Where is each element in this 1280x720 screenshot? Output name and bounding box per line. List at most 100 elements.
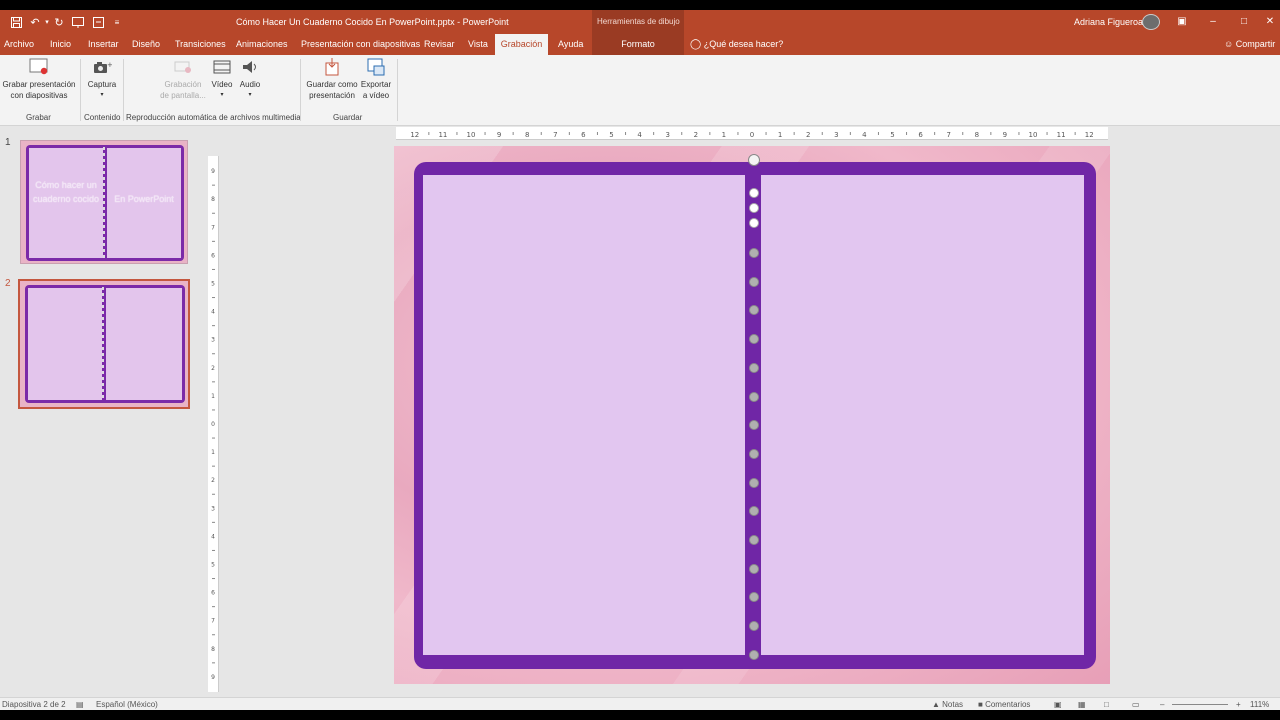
tab-presentacion[interactable]: Presentación con diapositivas	[297, 34, 424, 55]
comments-button[interactable]: ■ Comentarios	[978, 700, 1030, 709]
tell-me-search[interactable]: ◯ ¿Qué desea hacer?	[690, 34, 783, 55]
ribbon-separator	[80, 59, 81, 121]
stitch-hole[interactable]	[749, 535, 759, 545]
avatar[interactable]	[1142, 14, 1160, 30]
tab-grabacion[interactable]: Grabación	[495, 34, 548, 55]
stitch-hole[interactable]	[749, 621, 759, 632]
stitch-hole[interactable]	[749, 563, 759, 574]
notebook-page-right[interactable]	[761, 175, 1084, 655]
maximize-icon[interactable]: □	[1236, 14, 1252, 30]
ribbon-separator	[300, 59, 301, 121]
zoom-out-icon[interactable]: –	[1160, 700, 1164, 709]
audio-label: Audio	[239, 80, 261, 89]
capture-dropdown-icon: ▾	[100, 92, 104, 98]
zoom-in-icon[interactable]: +	[1236, 700, 1241, 709]
stitch-hole[interactable]	[749, 305, 759, 316]
screen-recording-button[interactable]: Grabación de pantalla...	[157, 57, 209, 101]
spellcheck-icon[interactable]: ▤	[76, 700, 84, 709]
tab-archivo[interactable]: Archivo	[0, 34, 38, 55]
stitch-hole[interactable]	[749, 334, 759, 345]
ribbon-tabs: Archivo Inicio Insertar Diseño Transicio…	[0, 34, 1280, 55]
stitch-hole[interactable]	[749, 592, 759, 603]
tab-revisar[interactable]: Revisar	[420, 34, 459, 55]
start-from-beginning-icon[interactable]	[71, 15, 85, 29]
zoom-slider[interactable]	[1172, 704, 1228, 705]
powerpoint-window: ↶ ▾ ↻ ≡ Cómo Hacer Un Cuaderno Cocido En…	[0, 10, 1280, 710]
screen-recording-label1: Grabación	[164, 80, 202, 89]
notebook-page-left[interactable]	[423, 175, 745, 655]
stitch-hole[interactable]	[749, 362, 759, 373]
export-video-button[interactable]: Exportar a vídeo	[358, 57, 394, 101]
video-button[interactable]: Vídeo ▾	[208, 57, 236, 101]
record-slideshow-icon	[28, 57, 50, 77]
ruler-label: 5	[211, 562, 215, 569]
comments-label: Comentarios	[985, 700, 1031, 709]
ruler-label: 6	[918, 131, 923, 139]
close-icon[interactable]: ✕	[1262, 14, 1278, 30]
stitch-hole[interactable]	[749, 391, 759, 402]
ruler-label: 7	[211, 618, 215, 625]
ribbon-recording: Grabar presentación con diapositivas Gra…	[0, 55, 1280, 126]
tab-inicio[interactable]: Inicio	[46, 34, 75, 55]
stitch-hole[interactable]	[749, 203, 759, 213]
share-button[interactable]: ☺ Compartir	[1224, 34, 1275, 55]
normal-view-icon[interactable]: ▣	[1054, 700, 1062, 709]
group-grabar: Grabar	[26, 113, 51, 122]
stitch-hole[interactable]	[749, 477, 759, 488]
thumb-notebook	[25, 285, 185, 403]
notebook-spine-stitches[interactable]	[747, 166, 761, 660]
language[interactable]: Español (México)	[96, 700, 158, 709]
slide-thumbnail-2[interactable]	[18, 279, 190, 409]
reading-view-icon[interactable]: □	[1104, 700, 1109, 709]
minimize-icon[interactable]: –	[1205, 14, 1221, 30]
save-as-show-label2: presentación	[309, 91, 355, 100]
record-slideshow-button[interactable]: Grabar presentación con diapositivas	[2, 57, 76, 101]
tab-transiciones[interactable]: Transiciones	[171, 34, 230, 55]
slide-canvas[interactable]	[394, 146, 1110, 684]
capture-button[interactable]: + Captura ▾	[84, 57, 120, 101]
tab-vista[interactable]: Vista	[464, 34, 492, 55]
slide-sorter-icon[interactable]: ▦	[1078, 700, 1086, 709]
slide-thumbnail-1[interactable]: Cómo hacer un cuaderno cocido En PowerPo…	[20, 140, 188, 264]
ruler-label: 1	[722, 131, 726, 139]
save-icon[interactable]	[9, 15, 23, 29]
horizontal-ruler[interactable]: 12 11 10 9 8 7 6 5 4 3 2 1 0 1 2 3 4 5 6 7 8 9 10 11 12	[396, 127, 1108, 140]
thumb-page-right	[106, 288, 182, 400]
stitch-hole[interactable]	[749, 506, 759, 517]
video-dropdown-icon: ▾	[220, 92, 224, 98]
export-video-icon	[365, 57, 387, 77]
rotate-handle[interactable]	[748, 154, 760, 166]
slideshow-view-icon[interactable]: ▭	[1132, 700, 1140, 709]
stitch-hole[interactable]	[749, 448, 759, 459]
tab-animaciones[interactable]: Animaciones	[232, 34, 292, 55]
tab-insertar[interactable]: Insertar	[84, 34, 123, 55]
ruler-label: 2	[806, 131, 810, 139]
screen-recording-icon	[172, 57, 194, 77]
tab-formato[interactable]: Formato	[592, 34, 684, 55]
ribbon-display-icon[interactable]: ▣	[1174, 14, 1190, 30]
ruler-label: 7	[553, 131, 557, 139]
user-name[interactable]: Adriana Figueroa	[1074, 17, 1143, 27]
stitch-hole[interactable]	[749, 276, 759, 287]
stitch-hole[interactable]	[749, 649, 759, 660]
ruler-label: 9	[211, 168, 215, 175]
save-as-show-button[interactable]: Guardar como presentación	[304, 57, 360, 101]
slide-number: 2	[5, 278, 11, 289]
redo-icon[interactable]: ↻	[52, 15, 66, 29]
tab-ayuda[interactable]: Ayuda	[554, 34, 587, 55]
vertical-ruler[interactable]: 9 8 7 6 5 4 3 2 1 0 1 2 3 4 5 6 7 8 9	[208, 156, 219, 692]
stitch-hole[interactable]	[749, 248, 759, 258]
stitch-hole[interactable]	[749, 188, 759, 198]
slide-thumbnails-pane: 1 Cómo hacer un cuaderno cocido En Power…	[0, 127, 206, 697]
zoom-level[interactable]: 111%	[1250, 700, 1269, 709]
stitch-hole[interactable]	[749, 420, 759, 431]
notes-button[interactable]: ▲ Notas	[932, 700, 963, 709]
ruler-label: 4	[862, 131, 867, 139]
presentation-icon[interactable]	[91, 15, 105, 29]
tab-diseno[interactable]: Diseño	[128, 34, 164, 55]
stitch-hole[interactable]	[749, 218, 759, 228]
audio-button[interactable]: Audio ▾	[236, 57, 264, 101]
record-slideshow-label2: con diapositivas	[10, 91, 68, 100]
ruler-label: 1	[211, 393, 215, 400]
customize-toolbar-icon[interactable]: ≡	[110, 15, 124, 29]
